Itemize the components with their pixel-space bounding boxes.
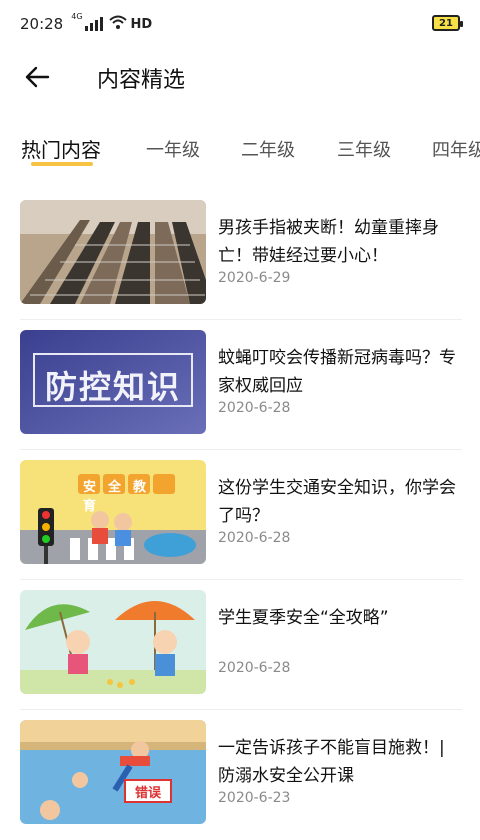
article-item[interactable]: 学生夏季安全“全攻略” 2020-6-28 [20,580,462,710]
article-item[interactable]: 安全教育 这份学生交通安全知识，你学会了吗？ 2020-6-28 [20,450,462,580]
arrow-left-icon [25,66,50,88]
thumbnail-caption: 错误 [134,786,161,801]
battery-level: 21 [439,17,453,29]
article-thumbnail: 安全教育 [20,460,206,564]
article-date: 2020-6-23 [218,790,291,806]
article-date: 2020-6-28 [218,660,291,676]
page-title: 内容精选 [97,68,186,93]
article-item[interactable]: 男孩手指被夹断！幼童重摔身亡！带娃经过要小心！ 2020-6-29 [20,190,462,320]
article-thumbnail [20,200,206,304]
active-tab-indicator [31,162,93,166]
article-date: 2020-6-28 [218,530,291,546]
back-button[interactable] [22,62,52,92]
tab-grade-3[interactable]: 三年级 [337,136,391,162]
tab-grade-2[interactable]: 二年级 [241,136,295,162]
battery-icon: 21 [432,15,463,31]
network-label: 4G [71,12,83,21]
hd-label: HD [130,16,153,32]
article-thumbnail [20,590,206,694]
article-item[interactable]: 错误 一定告诉孩子不能盲目施救！| 防溺水安全公开课 2020-6-23 [20,710,462,840]
article-title: 蚊蝇叮咬会传播新冠病毒吗？专家权威回应 [218,348,456,396]
article-date: 2020-6-29 [218,270,291,286]
tab-grade-1[interactable]: 一年级 [146,136,200,162]
article-thumbnail: 防控知识 [20,330,206,434]
tab-grade-4[interactable]: 四年级 [432,136,480,162]
status-time: 20:28 [20,15,64,33]
thumbnail-caption: 防控知识 [44,368,181,406]
thumbnail-caption: 安全教育 [83,480,159,514]
article-item[interactable]: 防控知识 蚊蝇叮咬会传播新冠病毒吗？专家权威回应 2020-6-28 [20,320,462,450]
wifi-icon [108,15,127,33]
article-date: 2020-6-28 [218,400,291,416]
tab-hot[interactable]: 热门内容 [21,134,101,163]
article-title: 学生夏季安全“全攻略” [218,608,389,628]
article-title: 男孩手指被夹断！幼童重摔身亡！带娃经过要小心！ [218,218,439,266]
category-tabs: 热门内容 一年级 二年级 三年级 四年级 [0,130,480,170]
signal-icon [84,17,103,31]
article-title: 这份学生交通安全知识，你学会了吗？ [218,478,456,526]
article-title: 一定告诉孩子不能盲目施救！| 防溺水安全公开课 [218,738,445,786]
header: 内容精选 [0,52,480,102]
article-thumbnail: 错误 [20,720,206,824]
status-bar: 20:28 4G HD 21 [0,0,480,48]
